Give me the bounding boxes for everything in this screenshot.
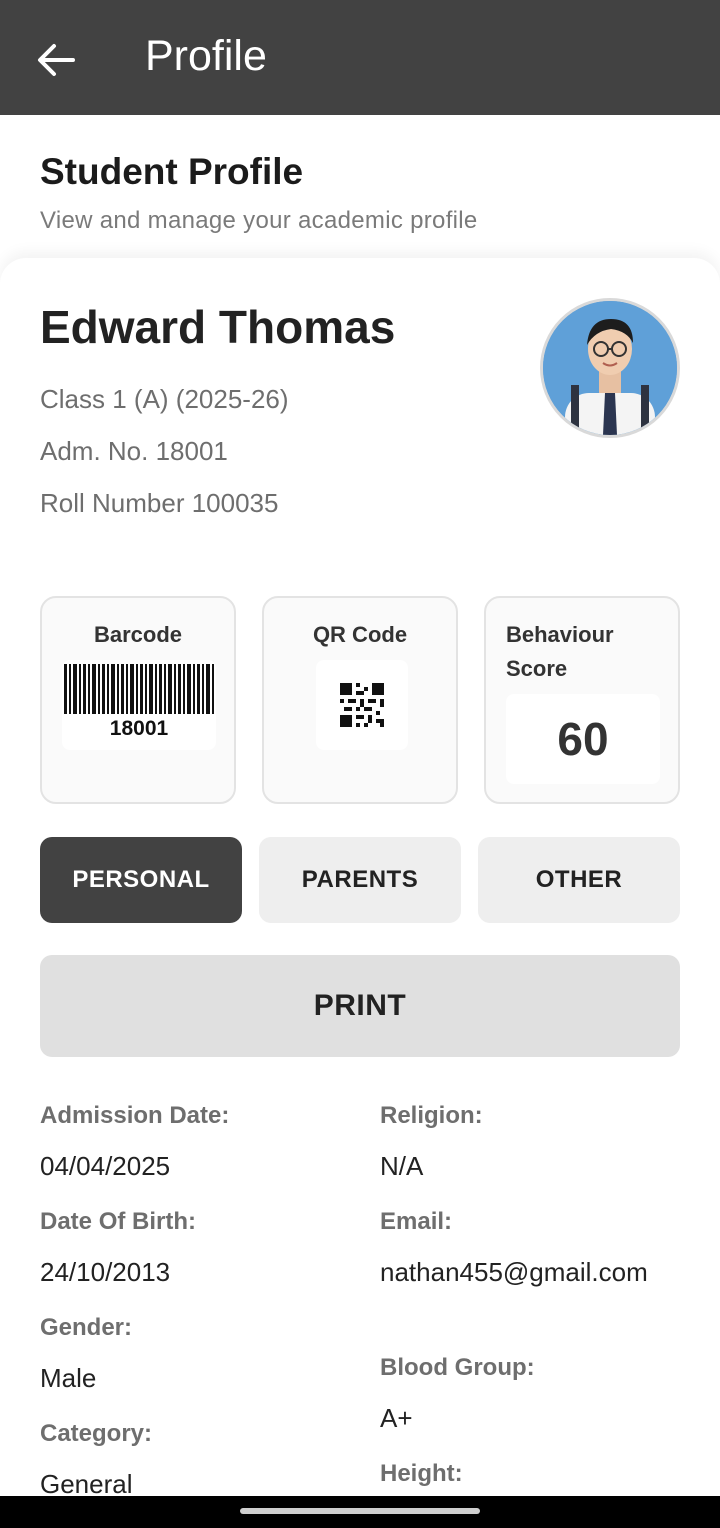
page-header: Student Profile View and manage your aca… xyxy=(0,115,720,265)
student-class: Class 1 (A) (2025-26) xyxy=(40,384,289,414)
admission-number: Adm. No. 18001 xyxy=(40,436,228,466)
barcode-box: 18001 xyxy=(62,660,216,750)
detail-label: Admission Date: xyxy=(40,1102,230,1129)
barcode-tile[interactable]: Barcode 18001 xyxy=(40,596,236,804)
detail-label: Gender: xyxy=(40,1314,133,1341)
detail-label: Category: xyxy=(40,1420,153,1447)
system-nav-bar xyxy=(0,1496,720,1528)
student-name: Edward Thomas xyxy=(40,301,396,353)
detail-gender: Gender: Male xyxy=(40,1314,330,1398)
detail-label: Email: xyxy=(380,1208,453,1235)
behaviour-score-box: 60 xyxy=(506,694,660,784)
behaviour-score-tile[interactable]: Behaviour Score 60 xyxy=(484,596,680,804)
qr-code-icon xyxy=(340,683,384,727)
detail-category: Category: General xyxy=(40,1420,330,1504)
page-title: Student Profile xyxy=(40,151,304,192)
roll-number: Roll Number 100035 xyxy=(40,488,279,518)
print-button[interactable]: PRINT xyxy=(40,955,680,1057)
tab-other[interactable]: OTHER xyxy=(478,837,680,923)
app-bar-title: Profile xyxy=(145,32,267,80)
barcode-title: Barcode xyxy=(93,622,183,647)
behaviour-score-value: 60 xyxy=(557,713,609,765)
detail-label: Blood Group: xyxy=(380,1354,535,1381)
student-photo xyxy=(543,301,677,435)
detail-blood-group: Blood Group: A+ xyxy=(380,1354,670,1438)
qr-code-title: QR Code xyxy=(312,622,408,647)
detail-value: Male xyxy=(40,1363,97,1393)
qr-code-box xyxy=(316,660,408,750)
detail-religion: Religion: N/A xyxy=(380,1102,670,1186)
page-subtitle: View and manage your academic profile xyxy=(40,207,478,234)
home-gesture-handle[interactable] xyxy=(240,1508,480,1514)
detail-email: Email: nathan455@gmail.com xyxy=(380,1208,665,1292)
detail-admission-date: Admission Date: 04/04/2025 xyxy=(40,1102,330,1186)
barcode-icon xyxy=(64,664,214,714)
detail-value: nathan455@gmail.com xyxy=(380,1257,648,1287)
detail-label: Date Of Birth: xyxy=(40,1208,196,1235)
detail-value: 24/10/2013 xyxy=(40,1257,171,1287)
back-button[interactable] xyxy=(30,36,82,84)
detail-label: Religion: xyxy=(380,1102,483,1129)
arrow-left-icon xyxy=(38,44,75,76)
barcode-number: 18001 xyxy=(109,717,169,740)
behaviour-score-title: Behaviour Score xyxy=(506,622,614,681)
detail-label: Height: xyxy=(380,1460,463,1487)
qr-code-tile[interactable]: QR Code xyxy=(262,596,458,804)
app-bar: Profile xyxy=(0,0,720,115)
detail-date-of-birth: Date Of Birth: 24/10/2013 xyxy=(40,1208,330,1292)
detail-value: A+ xyxy=(380,1403,413,1433)
detail-value: 04/04/2025 xyxy=(40,1151,171,1181)
avatar[interactable] xyxy=(540,298,680,438)
detail-value: N/A xyxy=(380,1151,424,1181)
tab-parents[interactable]: PARENTS xyxy=(259,837,461,923)
profile-card: Edward Thomas Class 1 (A) (2025-26) Adm.… xyxy=(0,258,720,1499)
tab-personal[interactable]: PERSONAL xyxy=(40,837,242,923)
